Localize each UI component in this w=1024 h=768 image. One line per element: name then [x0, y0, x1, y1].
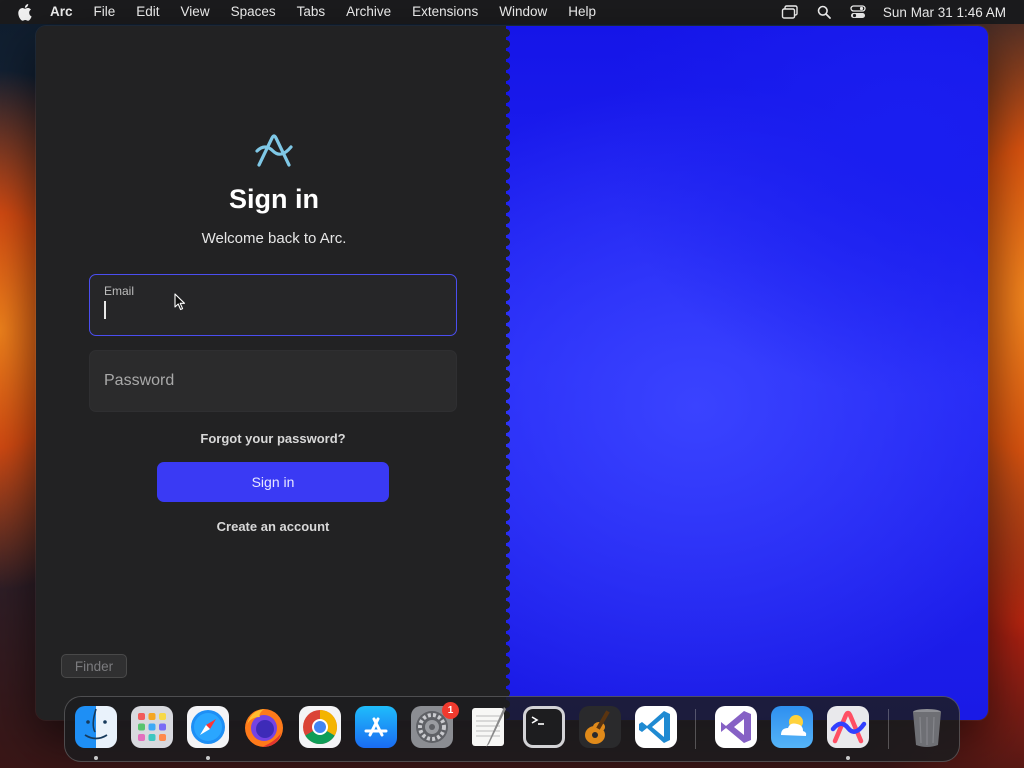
chrome-icon[interactable] — [298, 705, 342, 749]
dock-tooltip: Finder — [61, 654, 127, 678]
visual-studio-icon[interactable] — [714, 705, 758, 749]
forgot-password-link[interactable]: Forgot your password? — [36, 431, 510, 446]
create-account-link[interactable]: Create an account — [36, 519, 510, 534]
terminal-icon[interactable] — [522, 705, 566, 749]
apple-menu-icon[interactable] — [18, 3, 34, 21]
menu-file[interactable]: File — [94, 0, 116, 24]
screen-mirroring-icon[interactable] — [781, 4, 799, 20]
control-center-icon[interactable] — [849, 4, 867, 20]
page-title: Sign in — [229, 184, 319, 214]
app-store-icon[interactable] — [354, 705, 398, 749]
trash-icon[interactable] — [905, 705, 949, 749]
weather-icon[interactable] — [770, 705, 814, 749]
safari-icon[interactable] — [186, 705, 230, 749]
firefox-icon[interactable] — [242, 705, 286, 749]
menu-view[interactable]: View — [181, 0, 210, 24]
finder-running-indicator — [94, 756, 98, 760]
menu-window[interactable]: Window — [499, 0, 547, 24]
menu-bar-clock[interactable]: Sun Mar 31 1:46 AM — [883, 5, 1006, 20]
dock-separator — [888, 709, 889, 749]
menu-spaces[interactable]: Spaces — [231, 0, 276, 24]
sign-in-button[interactable]: Sign in — [157, 462, 389, 502]
system-settings-icon[interactable]: 1 — [410, 702, 459, 749]
password-field[interactable]: Password — [89, 350, 457, 412]
menu-archive[interactable]: Archive — [346, 0, 391, 24]
menu-bar: Arc File Edit View Spaces Tabs Archive E… — [0, 0, 1024, 24]
menu-extensions[interactable]: Extensions — [412, 0, 478, 24]
menu-tabs[interactable]: Tabs — [297, 0, 326, 24]
finder-icon[interactable] — [74, 705, 118, 749]
safari-running-indicator — [206, 756, 210, 760]
email-label: Email — [104, 284, 135, 298]
garageband-icon[interactable] — [578, 705, 622, 749]
arc-icon[interactable] — [826, 705, 870, 749]
arc-logo-icon — [255, 134, 293, 167]
launchpad-icon[interactable] — [130, 705, 174, 749]
menu-app-name[interactable]: Arc — [50, 0, 73, 24]
signin-panel: Sign in Welcome back to Arc. Email Passw… — [36, 26, 512, 720]
menu-help[interactable]: Help — [568, 0, 596, 24]
textedit-icon[interactable] — [466, 705, 510, 749]
menu-edit[interactable]: Edit — [136, 0, 159, 24]
blue-gradient-panel — [506, 26, 988, 720]
text-caret — [104, 301, 106, 319]
email-field[interactable]: Email — [89, 274, 457, 336]
notification-badge: 1 — [442, 702, 459, 719]
arc-window: Sign in Welcome back to Arc. Email Passw… — [36, 26, 988, 720]
vscode-icon[interactable] — [634, 705, 678, 749]
dock-separator — [695, 709, 696, 749]
password-placeholder: Password — [104, 372, 175, 389]
page-subtitle: Welcome back to Arc. — [201, 230, 347, 247]
spotlight-search-icon[interactable] — [815, 4, 833, 20]
mouse-pointer-icon — [174, 293, 186, 311]
dock: 1 — [64, 696, 960, 762]
arc-running-indicator — [846, 756, 850, 760]
